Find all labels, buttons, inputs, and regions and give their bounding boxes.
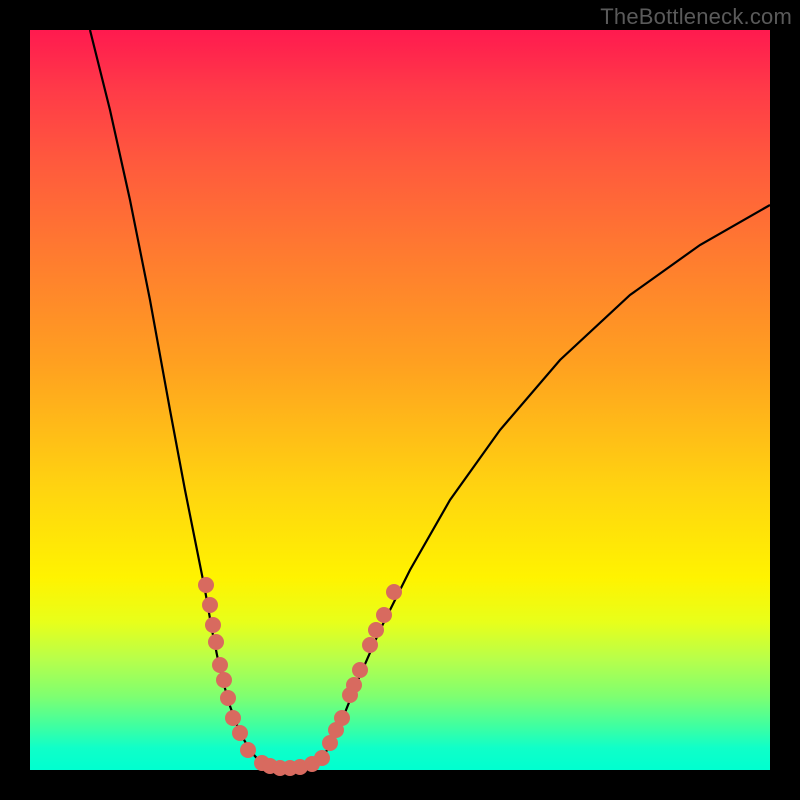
marker-group bbox=[198, 577, 402, 776]
marker-dot bbox=[202, 597, 218, 613]
marker-dot bbox=[212, 657, 228, 673]
marker-dot bbox=[198, 577, 214, 593]
curve-group bbox=[90, 30, 770, 769]
marker-dot bbox=[386, 584, 402, 600]
marker-dot bbox=[314, 750, 330, 766]
marker-dot bbox=[368, 622, 384, 638]
marker-dot bbox=[225, 710, 241, 726]
marker-dot bbox=[362, 637, 378, 653]
marker-dot bbox=[216, 672, 232, 688]
plot-area bbox=[30, 30, 770, 770]
marker-dot bbox=[376, 607, 392, 623]
marker-dot bbox=[334, 710, 350, 726]
marker-dot bbox=[240, 742, 256, 758]
marker-dot bbox=[208, 634, 224, 650]
curve-svg bbox=[30, 30, 770, 770]
curve-right bbox=[320, 205, 770, 762]
marker-dot bbox=[220, 690, 236, 706]
chart-stage: TheBottleneck.com bbox=[0, 0, 800, 800]
marker-dot bbox=[232, 725, 248, 741]
marker-dot bbox=[346, 677, 362, 693]
watermark-text: TheBottleneck.com bbox=[600, 4, 792, 30]
marker-dot bbox=[352, 662, 368, 678]
curve-left bbox=[90, 30, 260, 762]
marker-dot bbox=[205, 617, 221, 633]
